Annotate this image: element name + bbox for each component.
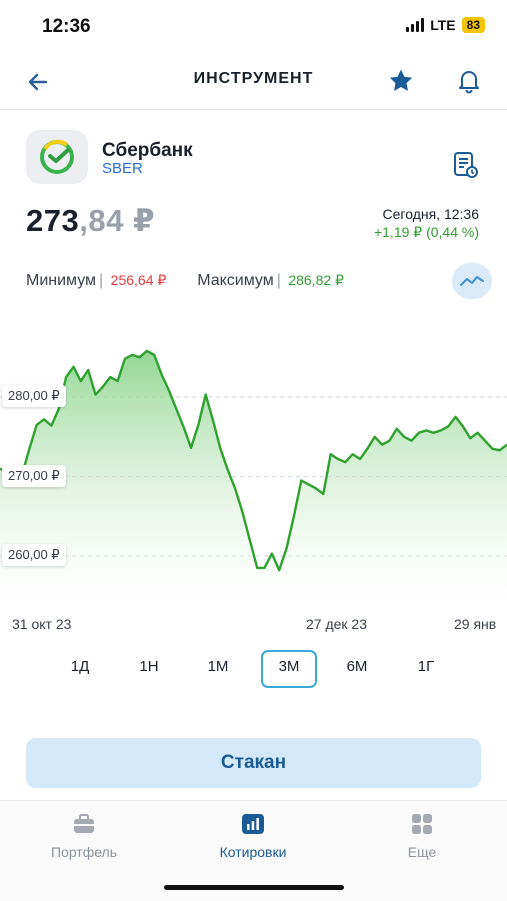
tab-label: Котировки bbox=[219, 844, 287, 860]
network-type: LTE bbox=[430, 17, 456, 33]
price-time: Сегодня, 12:36 bbox=[382, 206, 479, 222]
x-tick-label: 27 дек 23 bbox=[306, 616, 368, 632]
chart-bars-icon bbox=[242, 814, 264, 834]
y-tick-label: 260,00 ₽ bbox=[2, 544, 66, 566]
x-tick-label: 31 окт 23 bbox=[12, 616, 72, 632]
period-1y[interactable]: 1Г bbox=[399, 650, 453, 684]
min-label: Минимум bbox=[26, 272, 97, 289]
chart-type-toggle[interactable] bbox=[452, 263, 492, 299]
max-label: Максимум bbox=[197, 272, 274, 289]
document-icon[interactable] bbox=[452, 150, 480, 180]
battery-level: 83 bbox=[461, 17, 485, 33]
line-chart-icon bbox=[460, 276, 484, 286]
price-change: +1,19 ₽ (0,44 %) bbox=[373, 224, 479, 240]
period-selector: 1Д 1Н 1М 3М 6М 1Г bbox=[40, 650, 470, 688]
price-area bbox=[0, 350, 507, 605]
instrument-name: Сбербанк bbox=[102, 140, 193, 161]
max-value: 286,82 ₽ bbox=[288, 272, 344, 288]
star-icon[interactable] bbox=[386, 66, 416, 96]
instrument-ticker: SBER bbox=[102, 160, 143, 177]
min-value: 256,64 ₽ bbox=[110, 272, 167, 288]
price-chart-svg bbox=[0, 349, 507, 605]
y-tick-label: 270,00 ₽ bbox=[2, 464, 66, 487]
current-price: 273,84 ₽ bbox=[26, 203, 155, 239]
status-indicators: LTE 83 bbox=[406, 17, 485, 33]
tab-quotes[interactable]: Котировки bbox=[188, 813, 318, 860]
period-6m[interactable]: 6М bbox=[330, 650, 384, 684]
period-3m[interactable]: 3М bbox=[261, 650, 317, 688]
price-integer: 273 bbox=[26, 203, 80, 238]
price-fraction: ,84 ₽ bbox=[79, 203, 156, 238]
order-book-button[interactable]: Стакан bbox=[26, 738, 481, 788]
top-bar: ИНСТРУМЕНТ bbox=[0, 55, 507, 110]
tab-more[interactable]: Еще bbox=[357, 813, 487, 860]
period-1d[interactable]: 1Д bbox=[53, 650, 107, 684]
tab-label: Портфель bbox=[50, 844, 118, 860]
min-max-row: Минимум | 256,64 ₽ Максимум | 286,82 ₽ bbox=[26, 272, 344, 289]
tab-label: Еще bbox=[407, 844, 437, 860]
period-1m[interactable]: 1М bbox=[191, 650, 245, 684]
x-tick-label: 29 янв bbox=[454, 616, 497, 632]
status-time: 12:36 bbox=[42, 16, 91, 37]
bell-icon[interactable] bbox=[454, 66, 484, 96]
page-title: ИНСТРУМЕНТ bbox=[193, 70, 314, 87]
price-chart[interactable]: 280,00 ₽ 270,00 ₽ 260,00 ₽ bbox=[0, 320, 507, 620]
signal-icon bbox=[406, 18, 425, 32]
y-tick-label: 280,00 ₽ bbox=[2, 385, 66, 407]
home-indicator bbox=[164, 885, 344, 890]
grid-icon bbox=[412, 814, 432, 834]
briefcase-icon bbox=[74, 814, 94, 833]
tab-portfolio[interactable]: Портфель bbox=[19, 813, 149, 860]
sber-logo bbox=[26, 130, 88, 184]
period-1w[interactable]: 1Н bbox=[122, 650, 176, 684]
